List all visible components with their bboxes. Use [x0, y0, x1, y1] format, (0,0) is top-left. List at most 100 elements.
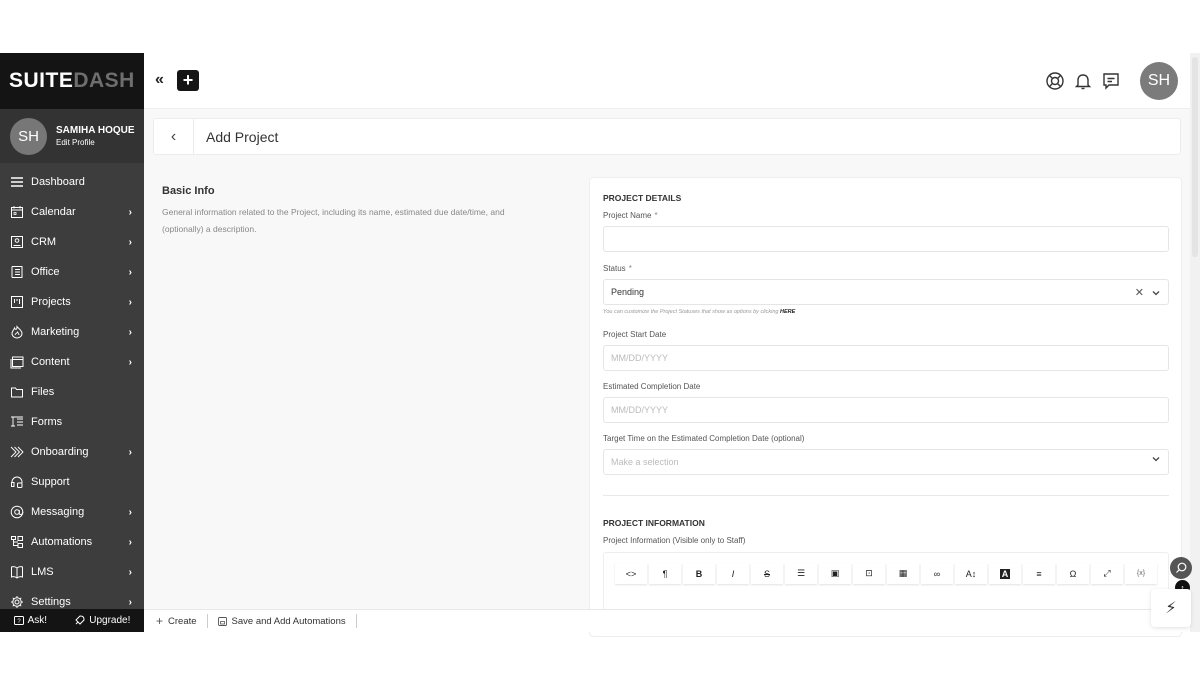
- sidebar-item-lms[interactable]: LMS ›: [0, 557, 144, 587]
- edit-profile-link[interactable]: Edit Profile: [56, 138, 135, 147]
- sidebar-item-label: LMS: [31, 566, 54, 578]
- calendar-icon: [10, 205, 24, 219]
- chevron-right-icon: ›: [128, 446, 132, 458]
- project-form-card: PROJECT DETAILS Project Name * Status * Pe…: [589, 177, 1182, 637]
- status-label-text: Status: [603, 264, 626, 273]
- toolbar-text-color-button[interactable]: A: [989, 563, 1021, 584]
- completion-date-input[interactable]: [611, 405, 1168, 415]
- toolbar-link-button[interactable]: ∞: [921, 563, 953, 584]
- sidebar-item-crm[interactable]: CRM ›: [0, 227, 144, 257]
- target-time-placeholder: Make a selection: [611, 457, 679, 467]
- upgrade-button[interactable]: Upgrade!: [74, 615, 130, 626]
- project-name-input[interactable]: [611, 234, 1168, 244]
- chevron-down-icon[interactable]: [1152, 456, 1160, 462]
- start-date-label: Project Start Date: [603, 330, 667, 339]
- completion-date-field[interactable]: [603, 397, 1169, 423]
- rich-text-editor[interactable]: <> ¶ B I S ☰ ▣ ⊡ ▦ ∞ A↕ A ≡ Ω ⤢ {x}: [603, 552, 1169, 612]
- status-hint: You can customize the Project Statuses t…: [603, 309, 795, 315]
- project-information-label: Project Information (Visible only to Sta…: [603, 536, 746, 545]
- toolbar-bold-button[interactable]: B: [683, 563, 715, 584]
- status-select[interactable]: Pending ✕: [603, 279, 1169, 305]
- profile-section[interactable]: SH SAMIHA HOQUE Edit Profile: [0, 109, 144, 163]
- sidebar-item-messaging[interactable]: Messaging ›: [0, 497, 144, 527]
- sidebar-item-onboarding[interactable]: Onboarding ›: [0, 437, 144, 467]
- sidebar-item-office[interactable]: Office ›: [0, 257, 144, 287]
- sidebar-item-content[interactable]: Content ›: [0, 347, 144, 377]
- chevron-right-icon: ›: [128, 236, 132, 248]
- sidebar-item-marketing[interactable]: Marketing ›: [0, 317, 144, 347]
- toolbar-align-button[interactable]: ≡: [1023, 563, 1055, 584]
- quick-add-button[interactable]: +: [177, 70, 199, 91]
- bold-icon: B: [695, 568, 703, 579]
- forms-icon: [10, 415, 24, 429]
- special-char-icon: Ω: [1069, 568, 1077, 579]
- toolbar-video-button[interactable]: ⊡: [853, 563, 885, 584]
- chevrons-right-icon: [10, 445, 24, 459]
- start-date-field[interactable]: [603, 345, 1169, 371]
- top-bar: « + SH: [144, 53, 1190, 109]
- ask-button[interactable]: ? Ask!: [13, 615, 47, 626]
- logo-text-dash: DASH: [73, 69, 135, 92]
- help-lifebuoy-icon[interactable]: [1044, 70, 1066, 92]
- start-date-input[interactable]: [611, 353, 1168, 363]
- toolbar-font-size-button[interactable]: A↕: [955, 563, 987, 584]
- toolbar-strikethrough-button[interactable]: S: [751, 563, 783, 584]
- page-scrollbar[interactable]: [1190, 53, 1200, 632]
- project-details-title: PROJECT DETAILS: [603, 193, 682, 203]
- sidebar-item-dashboard[interactable]: Dashboard: [0, 167, 144, 197]
- chevron-right-icon: ›: [128, 326, 132, 338]
- user-avatar[interactable]: SH: [1140, 62, 1178, 100]
- avatar[interactable]: SH: [10, 117, 47, 155]
- project-name-label-text: Project Name: [603, 211, 652, 220]
- floating-search-button[interactable]: [1170, 557, 1192, 579]
- required-marker: *: [628, 264, 632, 273]
- sidebar-item-projects[interactable]: Projects ›: [0, 287, 144, 317]
- chevron-right-icon: ›: [128, 206, 132, 218]
- collapse-sidebar-button[interactable]: «: [155, 71, 164, 89]
- target-time-select[interactable]: Make a selection: [603, 449, 1169, 475]
- sidebar-item-label: Forms: [31, 416, 63, 428]
- scrollbar-thumb[interactable]: [1192, 57, 1198, 257]
- toolbar-list-button[interactable]: ☰: [785, 563, 817, 584]
- sidebar-item-forms[interactable]: Forms: [0, 407, 144, 437]
- sidebar-item-automations[interactable]: Automations ›: [0, 527, 144, 557]
- toolbar-fullscreen-button[interactable]: ⤢: [1091, 563, 1123, 584]
- sidebar-item-label: Support: [31, 476, 70, 488]
- content-icon: [10, 355, 24, 369]
- status-hint-link[interactable]: HERE: [780, 309, 795, 315]
- bell-icon[interactable]: [1072, 70, 1094, 92]
- sidebar-nav: Dashboard Calendar › CRM › Office › Projects › Ma…: [0, 163, 144, 617]
- toolbar-image-button[interactable]: ▣: [819, 563, 851, 584]
- chevron-right-icon: ›: [128, 266, 132, 278]
- target-time-label: Target Time on the Estimated Completion …: [603, 434, 805, 443]
- sidebar-item-support[interactable]: Support: [0, 467, 144, 497]
- section-divider: [603, 495, 1169, 496]
- sidebar-item-label: Calendar: [31, 206, 76, 218]
- sidebar-item-label: Projects: [31, 296, 71, 308]
- toolbar-italic-button[interactable]: I: [717, 563, 749, 584]
- logo[interactable]: SUITE DASH: [0, 53, 144, 109]
- create-button[interactable]: + Create: [144, 614, 208, 628]
- clear-icon[interactable]: ✕: [1135, 286, 1144, 299]
- list-icon: ☰: [796, 568, 806, 578]
- save-icon: [217, 616, 227, 626]
- table-icon: ▦: [898, 568, 908, 578]
- save-and-add-automations-button[interactable]: Save and Add Automations: [208, 614, 357, 628]
- chevron-down-icon[interactable]: [1152, 290, 1160, 296]
- rocket-icon: [75, 615, 85, 625]
- toolbar-special-char-button[interactable]: Ω: [1057, 563, 1089, 584]
- sidebar-item-label: Dashboard: [31, 176, 85, 188]
- quick-actions-button[interactable]: ⚡: [1151, 589, 1191, 627]
- toolbar-variables-button[interactable]: {x}: [1125, 563, 1157, 584]
- project-name-field[interactable]: [603, 226, 1169, 252]
- toolbar-paragraph-button[interactable]: ¶: [649, 563, 681, 584]
- toolbar-table-button[interactable]: ▦: [887, 563, 919, 584]
- chat-icon[interactable]: [1100, 70, 1122, 92]
- sidebar-item-label: Messaging: [31, 506, 85, 518]
- sidebar-item-files[interactable]: Files: [0, 377, 144, 407]
- toolbar-code-view-button[interactable]: <>: [615, 563, 647, 584]
- sidebar-item-calendar[interactable]: Calendar ›: [0, 197, 144, 227]
- back-button[interactable]: ‹: [154, 119, 194, 154]
- profile-name: SAMIHA HOQUE: [56, 125, 135, 136]
- upgrade-label: Upgrade!: [89, 615, 131, 626]
